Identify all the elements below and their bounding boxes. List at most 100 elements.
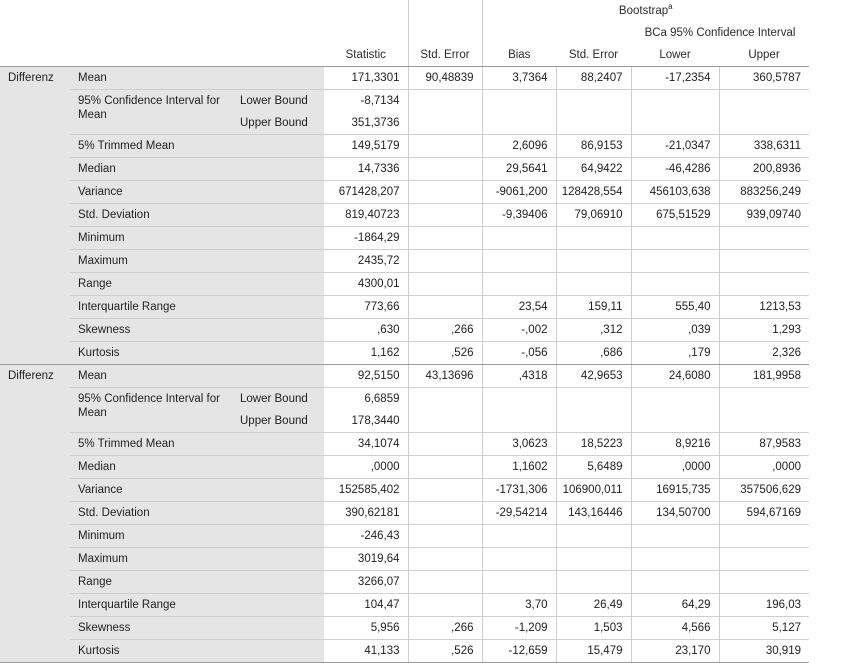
std-error-value	[407, 134, 482, 158]
statistic-value: 671428,207	[324, 180, 408, 204]
upper-value: 1,293	[718, 318, 809, 342]
lower-value: 64,29	[630, 593, 719, 617]
bias-value: ,4318	[481, 364, 556, 388]
lower-value: 456103,638	[630, 180, 719, 204]
upper-value: 360,5787	[718, 66, 809, 90]
lower-value: -46,4286	[630, 157, 719, 181]
bias-value: -9061,200	[481, 180, 556, 204]
std-error-value	[407, 249, 482, 273]
table-row: Maximum 3019,64	[0, 547, 809, 571]
bias-value: 3,7364	[481, 66, 556, 90]
lower-value: 675,51529	[630, 203, 719, 227]
table-row: Median ,0000 1,1602 5,6489,0000,0000	[0, 455, 809, 479]
std-error-value	[407, 157, 482, 181]
bootstrap-std-error-value: 1,503	[555, 616, 631, 640]
std-error-value	[407, 410, 482, 433]
std-error-value	[407, 524, 482, 548]
statistic-value: 152585,402	[324, 478, 408, 502]
statistic-label: Std. Deviation	[70, 203, 324, 227]
std-error-value	[407, 295, 482, 319]
statistic-label: Interquartile Range	[70, 593, 324, 617]
upper-value: 357506,629	[718, 478, 809, 502]
lower-value: -17,2354	[630, 66, 719, 90]
statistic-value: -1864,29	[324, 226, 408, 250]
table-body: Differenz Mean 171,3301 90,48839 3,7364 88,24…	[0, 66, 809, 663]
bias-value: -12,659	[481, 639, 556, 663]
lower-bound-label: Lower Bound	[232, 89, 324, 112]
table-row: Differenz Mean 171,3301 90,48839 3,7364 88,24…	[0, 66, 809, 365]
upper-value	[718, 89, 809, 112]
descriptives-table: Bootstrapa BCa 95% Confidence Interval S…	[0, 0, 809, 663]
bias-value	[481, 410, 556, 433]
statistic-value: 149,5179	[324, 134, 408, 158]
table-row: 95% Confidence Interval for Mean Lower Bo…	[0, 89, 809, 135]
bootstrap-std-error-value	[555, 387, 631, 410]
lower-value: 23,170	[630, 639, 719, 663]
lower-value: ,0000	[630, 455, 719, 479]
std-error-value: ,526	[407, 639, 482, 663]
bias-value: -1731,306	[481, 478, 556, 502]
lower-value: -21,0347	[630, 134, 719, 158]
statistic-value: 41,133	[324, 639, 408, 663]
std-error-value: ,266	[407, 616, 482, 640]
bias-value: -1,209	[481, 616, 556, 640]
table-row: Kurtosis 1,162,526 -,056,686,179 2,326	[0, 341, 809, 365]
statistic-label: 5% Trimmed Mean	[70, 432, 324, 456]
statistic-value: 390,62181	[324, 501, 408, 525]
table-row: 5% Trimmed Mean 149,5179 2,6096 86,9153 -21,…	[0, 134, 809, 158]
std-error-value	[407, 432, 482, 456]
std-error-value	[407, 547, 482, 571]
upper-value	[718, 112, 809, 135]
statistic-value: -246,43	[324, 524, 408, 548]
bias-value	[481, 112, 556, 135]
statistic-value: ,0000	[324, 455, 408, 479]
bootstrap-std-error-value: 18,5223	[555, 432, 631, 456]
bootstrap-std-error-value: 143,16446	[555, 501, 631, 525]
bca-ci-header: BCa 95% Confidence Interval	[644, 27, 796, 39]
bootstrap-std-error-value	[555, 410, 631, 433]
col-lower: Lower	[631, 44, 719, 67]
bias-value: -,002	[481, 318, 556, 342]
bias-value: -,056	[481, 341, 556, 365]
upper-value: 200,8936	[718, 157, 809, 181]
std-error-value	[407, 478, 482, 502]
statistic-label: Kurtosis	[70, 341, 324, 365]
bootstrap-std-error-value	[555, 226, 631, 250]
bootstrap-std-error-value: 128428,554	[555, 180, 631, 204]
bootstrap-std-error-value: 79,06910	[555, 203, 631, 227]
bias-value	[481, 570, 556, 594]
bias-value: 23,54	[481, 295, 556, 319]
statistic-label: Median	[70, 455, 324, 479]
bootstrap-std-error-value: 159,11	[555, 295, 631, 319]
upper-value: ,0000	[718, 455, 809, 479]
ci-mean-label: 95% Confidence Interval for Mean	[70, 89, 232, 135]
upper-bound-label: Upper Bound	[232, 410, 324, 433]
statistic-value: 3266,07	[324, 570, 408, 594]
statistic-label: Skewness	[70, 616, 324, 640]
statistic-value: -8,7134	[360, 95, 400, 107]
bias-value: -9,39406	[481, 203, 556, 227]
lower-value: 16915,735	[630, 478, 719, 502]
std-error-value	[407, 180, 482, 204]
lower-value: 134,50700	[630, 501, 719, 525]
upper-value: 2,326	[718, 341, 809, 365]
statistic-label: Minimum	[70, 524, 324, 548]
table-row: Range 4300,01	[0, 272, 809, 296]
lower-value	[630, 570, 719, 594]
bootstrap-std-error-value	[555, 524, 631, 548]
std-error-value	[407, 272, 482, 296]
std-error-value	[407, 387, 482, 410]
lower-value: 555,40	[630, 295, 719, 319]
bootstrap-std-error-value: 64,9422	[555, 157, 631, 181]
statistic-label: Maximum	[70, 547, 324, 571]
bias-value	[481, 387, 556, 410]
col-std-error: Std. Error	[407, 44, 482, 67]
bootstrap-std-error-value	[555, 249, 631, 273]
statistic-label: Variance	[70, 180, 324, 204]
std-error-value	[407, 570, 482, 594]
std-error-value	[407, 455, 482, 479]
std-error-value: ,526	[407, 341, 482, 365]
upper-value	[718, 570, 809, 594]
std-error-value	[407, 226, 482, 250]
lower-value	[630, 112, 719, 135]
